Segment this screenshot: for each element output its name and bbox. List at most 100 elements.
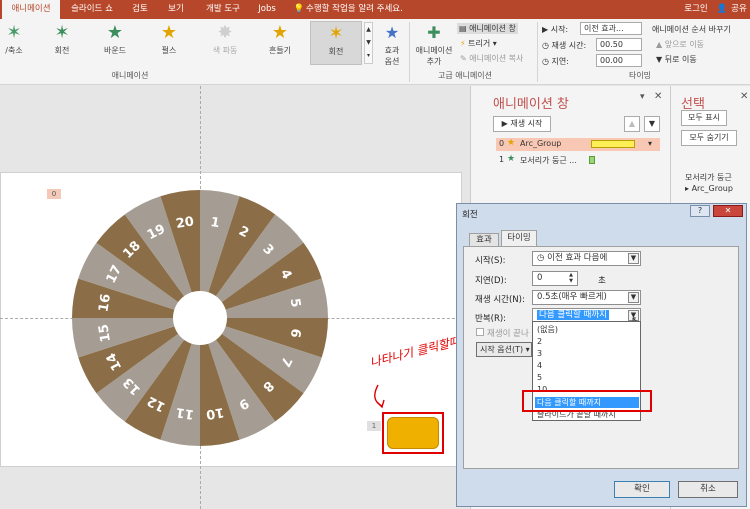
ribbon-divider bbox=[409, 22, 410, 82]
tab-effect[interactable]: 효과 bbox=[469, 233, 499, 247]
rewind-label: 재생이 끝나 bbox=[487, 329, 529, 339]
trigger-options-button[interactable]: 시작 옵션(T) ▾ bbox=[476, 342, 532, 357]
play-from-button[interactable]: ▶ 재생 시작 bbox=[493, 116, 551, 132]
delay-spinner[interactable]: ▲ ▼ bbox=[566, 272, 576, 285]
tab-slideshow[interactable]: 슬라이드 쇼 bbox=[64, 0, 120, 19]
tab-review[interactable]: 검토 bbox=[124, 0, 156, 19]
ribbon-divider bbox=[537, 22, 538, 82]
duration-input[interactable]: 00.50 bbox=[596, 38, 642, 51]
pane-icon: ▤ bbox=[459, 24, 467, 33]
star-icon: ✸ bbox=[217, 22, 233, 43]
dialog-close-button[interactable]: ✕ bbox=[713, 205, 743, 217]
tell-me-box[interactable]: 수행할 작업을 알려 주세요. bbox=[306, 0, 426, 19]
move-up-button[interactable]: ▲ bbox=[624, 116, 640, 132]
tab-jobs[interactable]: Jobs bbox=[252, 0, 282, 19]
play-icon: ▶ bbox=[501, 119, 508, 128]
gallery-scroll[interactable]: ▲ ▼ ▾ bbox=[364, 22, 373, 64]
show-all-button[interactable]: 모두 표시 bbox=[681, 110, 727, 126]
animation-item[interactable]: 1 ★ 모서리가 둥근 ... bbox=[496, 154, 660, 167]
timeline-bar bbox=[591, 140, 635, 148]
arrow-up-icon: ▲ bbox=[656, 40, 663, 49]
tab-view[interactable]: 보기 bbox=[160, 0, 192, 19]
ribbon-tab-bar: 애니메이션 슬라이드 쇼 검토 보기 개발 도구 Jobs 💡 수행할 작업을 … bbox=[0, 0, 750, 19]
star-icon: ✶ bbox=[328, 23, 344, 44]
move-down-button[interactable]: ▼ bbox=[644, 116, 660, 132]
repeat-option[interactable]: 4 bbox=[535, 360, 639, 371]
ok-button[interactable]: 확인 bbox=[614, 481, 670, 498]
share-button[interactable]: 공유 bbox=[728, 0, 750, 19]
chevron-down-icon[interactable]: ▾ bbox=[648, 139, 652, 148]
chevron-down-icon[interactable]: ▼ bbox=[628, 292, 639, 303]
duration-label: ◷ 재생 시간: bbox=[542, 41, 587, 50]
anim-pulse[interactable]: ★ 펄스 bbox=[148, 21, 190, 65]
animation-pane-title: 애니메이션 창 bbox=[493, 97, 569, 112]
rewind-checkbox[interactable] bbox=[476, 328, 484, 336]
duration-label: 재생 시간(N): bbox=[475, 295, 525, 305]
animation-tag: 1 bbox=[367, 421, 381, 431]
star-icon: ★ bbox=[160, 22, 178, 43]
wheel-number: 20 bbox=[175, 214, 195, 232]
selection-item[interactable]: 모서리가 둥근 bbox=[685, 172, 732, 183]
repeat-option[interactable]: 2 bbox=[535, 336, 639, 347]
spin-wheel[interactable]: 12345678910111213141516171819 20 bbox=[70, 188, 330, 448]
chevron-down-icon: ▾ bbox=[525, 345, 530, 354]
chevron-down-icon[interactable]: ▼ bbox=[628, 253, 639, 264]
repeat-option[interactable]: 3 bbox=[535, 348, 639, 359]
trigger-button[interactable]: ⚡ 트리거 ▾ bbox=[460, 38, 497, 49]
selection-item[interactable]: ▸ Arc_Group bbox=[685, 184, 733, 193]
hide-all-button[interactable]: 모두 숨기기 bbox=[681, 130, 737, 146]
login-link[interactable]: 로그인 bbox=[680, 0, 712, 19]
brush-icon: ✎ bbox=[460, 54, 467, 63]
group-label-advanced: 고급 애니메이션 bbox=[437, 71, 493, 80]
delay-unit: 초 bbox=[598, 276, 606, 286]
lightbulb-icon: 💡 bbox=[293, 4, 305, 14]
group-label-timing: 타이밍 bbox=[628, 71, 652, 80]
duration-select[interactable]: 0.5초(매우 빠르게) bbox=[532, 290, 641, 305]
tab-animations[interactable]: 애니메이션 bbox=[2, 0, 60, 19]
tab-developer[interactable]: 개발 도구 bbox=[198, 0, 248, 19]
animation-painter-button[interactable]: ✎ 애니메이션 복사 bbox=[460, 53, 523, 64]
anim-teeter[interactable]: ★ 흔들기 bbox=[258, 21, 302, 65]
anim-bounce[interactable]: ★ 바운드 bbox=[95, 21, 135, 65]
move-earlier-button[interactable]: ▲ 앞으로 이동 bbox=[656, 39, 704, 50]
add-animation-button[interactable]: ✚ 애니메이션 추가 bbox=[412, 21, 456, 66]
close-icon[interactable]: ✕ bbox=[654, 91, 662, 102]
star-icon: ★ bbox=[106, 22, 124, 43]
star-icon: ★ bbox=[507, 138, 516, 148]
rounded-rect-button[interactable] bbox=[387, 417, 439, 449]
help-button[interactable]: ? bbox=[690, 205, 710, 217]
delay-label: ◷ 지연: bbox=[542, 57, 569, 66]
anim-shrink[interactable]: ✶ /축소 bbox=[0, 21, 28, 65]
animation-tag: 0 bbox=[47, 189, 61, 199]
start-select[interactable]: ◷ 이전 효과 다음에 bbox=[532, 251, 641, 266]
start-label: ▶ 시작: bbox=[542, 25, 569, 34]
arrow-down-icon: ▼ bbox=[656, 55, 663, 64]
dropdown-icon[interactable]: ▾ bbox=[640, 92, 645, 102]
wheel-number: 11 bbox=[175, 404, 195, 422]
anim-color-pulse[interactable]: ✸ 색 파동 bbox=[203, 21, 247, 65]
add-star-icon: ✚ bbox=[427, 23, 441, 42]
cancel-button[interactable]: 취소 bbox=[678, 481, 738, 498]
anim-spin[interactable]: ✶ 회전 bbox=[42, 21, 82, 65]
group-label-animation: 애니메이션 bbox=[111, 71, 149, 80]
start-select[interactable]: 이전 효과... bbox=[580, 22, 642, 35]
repeat-label: 반복(R): bbox=[475, 314, 507, 324]
repeat-option[interactable]: (없음) bbox=[535, 324, 639, 335]
star-icon: ★ bbox=[271, 22, 289, 43]
repeat-option[interactable]: 5 bbox=[535, 372, 639, 383]
animation-item-selected[interactable]: 0 ★ Arc_Group ▾ bbox=[496, 138, 660, 151]
clock-icon: ◷ bbox=[537, 253, 545, 263]
delay-input[interactable]: 00.00 bbox=[596, 54, 642, 67]
star-icon: ✶ bbox=[54, 22, 70, 43]
tab-timing[interactable]: 타이밍 bbox=[501, 230, 537, 247]
close-icon[interactable]: ✕ bbox=[740, 91, 748, 102]
anim-spin-selected[interactable]: ✶ 회전 bbox=[310, 21, 362, 65]
animation-pane-button[interactable]: ▤ 애니메이션 창 bbox=[457, 23, 518, 34]
expand-icon: ▸ bbox=[685, 184, 690, 193]
star-icon: ✶ bbox=[6, 22, 22, 43]
start-label: 시작(S): bbox=[475, 256, 506, 266]
wheel-hub bbox=[173, 291, 227, 345]
effect-options-button[interactable]: ★ 효과 옵션 bbox=[377, 21, 407, 66]
wheel-number: 10 bbox=[205, 404, 225, 422]
move-later-button[interactable]: ▼ 뒤로 이동 bbox=[656, 54, 697, 65]
